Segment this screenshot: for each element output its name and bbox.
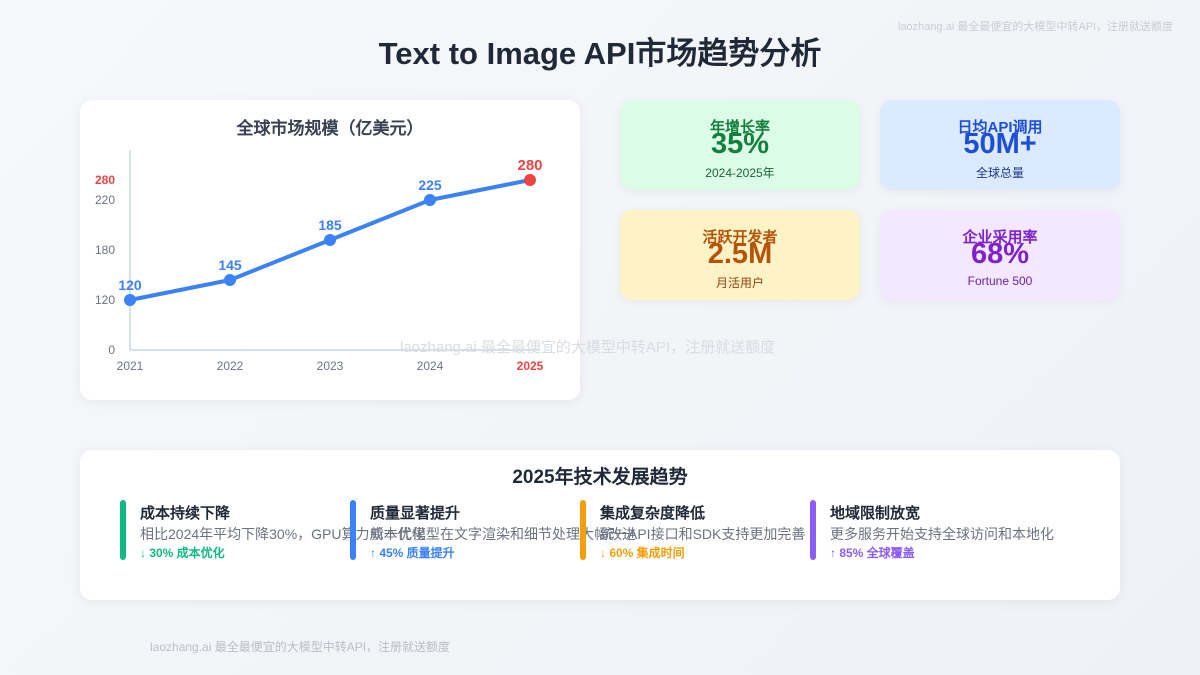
stat-subtitle: 全球总量 — [975, 166, 1024, 180]
data-point — [324, 234, 336, 246]
trend-accent-bar — [810, 500, 816, 560]
data-label: 280 — [517, 157, 542, 174]
trend-accent-bar — [580, 500, 586, 560]
data-label: 120 — [118, 277, 142, 293]
trends-title: 2025年技术发展趋势 — [512, 467, 688, 488]
stat-card-daily-api-calls: 日均API调用 50M+ 全球总量 — [880, 100, 1120, 190]
trend-description: 更多服务开始支持全球访问和本地化 — [830, 526, 1054, 542]
watermark-bottom: laozhang.ai 最全最便宜的大模型中转API，注册就送额度 — [150, 640, 451, 654]
stat-card-enterprise-adoption: 企业采用率 68% Fortune 500 — [880, 210, 1120, 300]
stat-value: 2.5M — [707, 238, 773, 270]
trend-item-quality: 质量显著提升 新一代模型在文字渲染和细节处理大幅改进 ↑ 45% 质量提升 — [350, 500, 636, 560]
trend-metric: ↓ 60% 集成时间 — [600, 546, 685, 560]
x-tick-label: 2023 — [317, 359, 344, 373]
stat-value: 50M+ — [963, 128, 1037, 160]
trend-item-integration: 集成复杂度降低 统一API接口和SDK支持更加完善 ↓ 60% 集成时间 — [580, 500, 810, 560]
trend-title: 集成复杂度降低 — [600, 505, 706, 522]
y-tick-label: 280 — [95, 173, 115, 187]
stat-value: 35% — [710, 128, 770, 160]
stat-subtitle: Fortune 500 — [967, 274, 1033, 288]
trend-item-regional: 地域限制放宽 更多服务开始支持全球访问和本地化 ↑ 85% 全球覆盖 — [810, 500, 1054, 560]
y-tick-label: 120 — [95, 293, 115, 307]
y-tick-label: 220 — [95, 193, 115, 207]
data-point — [424, 194, 436, 206]
x-tick-label: 2025 — [517, 359, 544, 373]
trend-title: 成本持续下降 — [140, 505, 231, 522]
stat-value: 68% — [970, 238, 1030, 270]
trend-metric: ↑ 45% 质量提升 — [370, 546, 455, 560]
data-point — [224, 274, 236, 286]
x-tick-label: 2021 — [117, 359, 144, 373]
tech-trends-card: 2025年技术发展趋势 成本持续下降 相比2024年平均下降30%，GPU算力成… — [80, 450, 1120, 600]
trend-title: 地域限制放宽 — [830, 505, 921, 522]
trend-title: 质量显著提升 — [370, 505, 461, 522]
page-title: Text to Image API市场趋势分析 — [378, 36, 822, 71]
data-label: 145 — [218, 257, 242, 273]
data-label: 225 — [418, 177, 442, 193]
stat-subtitle: 月活用户 — [715, 276, 764, 290]
trend-item-cost: 成本持续下降 相比2024年平均下降30%，GPU算力成本优化 ↓ 30% 成本… — [120, 500, 426, 560]
trend-metric: ↑ 85% 全球覆盖 — [830, 546, 915, 560]
x-tick-label: 2022 — [217, 359, 244, 373]
trend-accent-bar — [350, 500, 356, 560]
trend-accent-bar — [120, 500, 126, 560]
trend-description: 统一API接口和SDK支持更加完善 — [600, 526, 806, 542]
data-point — [124, 294, 136, 306]
data-label: 185 — [318, 217, 342, 233]
y-tick-label: 180 — [95, 243, 115, 257]
trend-metric: ↓ 30% 成本优化 — [140, 546, 225, 560]
y-tick-label: 0 — [108, 343, 115, 357]
stat-card-active-developers: 活跃开发者 2.5M 月活用户 — [620, 210, 860, 300]
x-tick-label: 2024 — [417, 359, 444, 373]
data-point — [524, 174, 536, 186]
stat-card-growth-rate: 年增长率 35% 2024-2025年 — [620, 100, 860, 190]
stat-subtitle: 2024-2025年 — [705, 166, 775, 180]
watermark-middle: laozhang.ai 最全最便宜的大模型中转API，注册就送额度 — [400, 339, 776, 356]
